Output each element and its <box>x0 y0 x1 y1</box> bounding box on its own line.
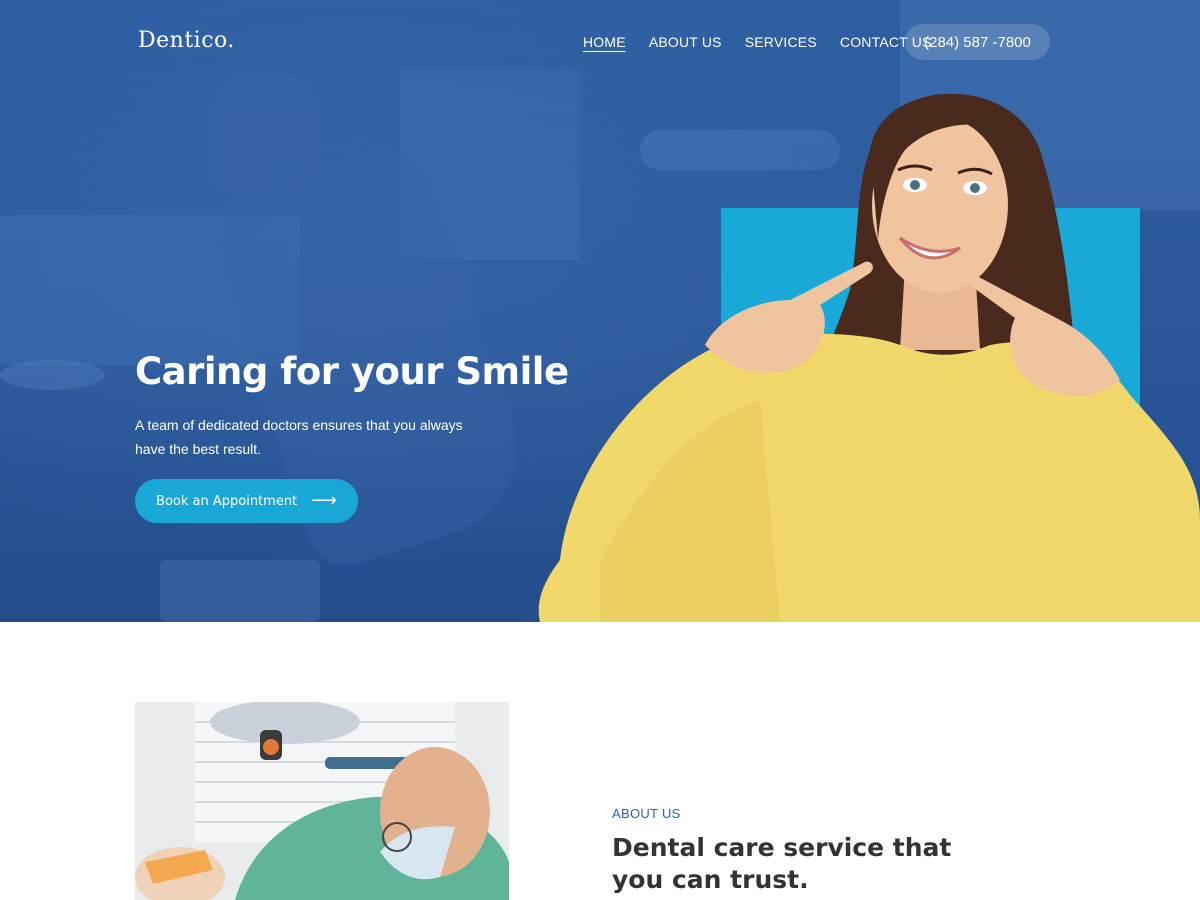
nav-item-services[interactable]: SERVICES <box>745 34 817 50</box>
clinic-lamp-arm-shape <box>640 130 840 170</box>
about-dentist-image <box>135 702 509 900</box>
hero-subtitle: A team of dedicated doctors ensures that… <box>135 417 463 457</box>
phone-button[interactable]: (284) 587 -7800 <box>905 24 1050 60</box>
about-section-label: ABOUT US <box>612 806 681 821</box>
arrow-right-icon: ⟶ <box>311 490 337 511</box>
clinic-step-shape <box>160 560 320 622</box>
hero-title: Caring for your Smile <box>135 350 569 393</box>
dentist-illustration <box>135 702 509 900</box>
book-appointment-label: Book an Appointment <box>156 493 298 509</box>
hero-section: Dentico. HOME ABOUT US SERVICES CONTACT … <box>0 0 1200 622</box>
main-nav: HOME ABOUT US SERVICES CONTACT US <box>583 34 932 50</box>
lamp-knob <box>263 739 279 755</box>
stool-shape <box>0 360 105 390</box>
nav-item-about-us[interactable]: ABOUT US <box>649 34 722 50</box>
hero-accent-box <box>721 208 1140 622</box>
nav-item-home[interactable]: HOME <box>583 34 626 50</box>
about-heading: Dental care service that you can trust. <box>612 833 952 894</box>
brand-logo[interactable]: Dentico. <box>138 28 235 53</box>
dental-lamp <box>210 702 360 744</box>
book-appointment-button[interactable]: Book an Appointment ⟶ <box>135 479 358 523</box>
